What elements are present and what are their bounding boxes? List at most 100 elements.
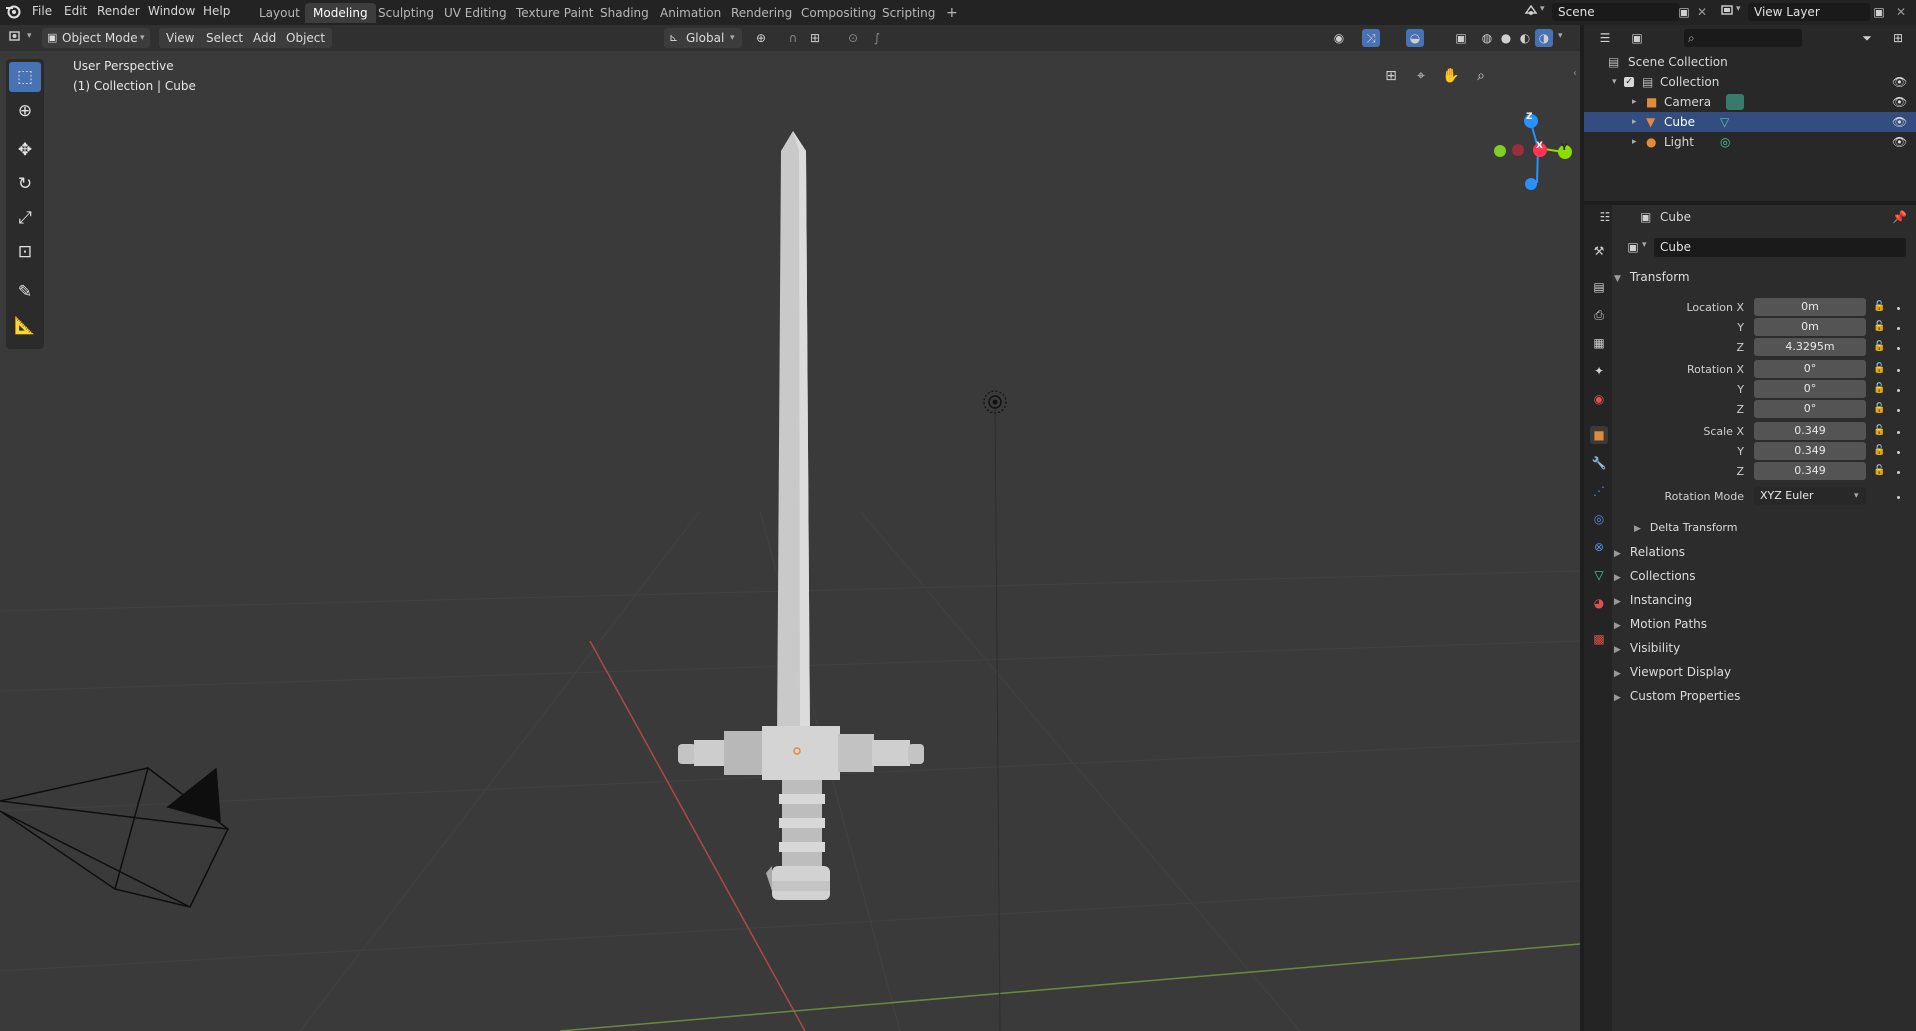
camera-data-icon[interactable] — [1726, 94, 1744, 110]
outliner-row-collection[interactable]: ▾ ✓ ▤ Collection 👁 — [1584, 72, 1916, 92]
modifier-tab-icon[interactable]: 🔧 — [1590, 454, 1608, 472]
lock-icon[interactable]: 🔓 — [1873, 363, 1885, 374]
keyframe-dot[interactable] — [1897, 496, 1900, 499]
expand-arrow-icon[interactable]: ▸ — [1632, 92, 1637, 112]
pivot-point-icon[interactable]: ⊕ — [752, 29, 770, 47]
menu-window[interactable]: Window — [148, 4, 195, 18]
eye-icon[interactable]: 👁 — [1892, 92, 1907, 112]
collections-panel[interactable]: ▶ Collections — [1614, 569, 1696, 583]
wireframe-shading-icon[interactable]: ◍ — [1478, 29, 1496, 47]
collection-checkbox[interactable]: ✓ — [1624, 77, 1634, 87]
outliner-row-light[interactable]: ▸ ● Light ◎ 👁 — [1584, 132, 1916, 152]
visibility-selectability-icon[interactable]: ◉ — [1330, 29, 1348, 47]
rotate-tool-icon[interactable]: ↻ — [9, 169, 41, 199]
render-tab-icon[interactable]: ▤ — [1590, 278, 1608, 296]
3d-viewport[interactable]: Z X Y User Perspective (1) Collection | … — [0, 51, 1580, 1031]
proportional-editing-icon[interactable]: ⊙ — [844, 29, 862, 47]
gizmo-x-label[interactable]: X — [1536, 141, 1543, 151]
select-box-tool-icon[interactable]: ⬚ — [9, 62, 41, 92]
physics-tab-icon[interactable]: ◎ — [1590, 510, 1608, 528]
tab-shading[interactable]: Shading — [592, 3, 657, 23]
snap-target-icon[interactable]: ⊞ — [806, 29, 824, 47]
outliner-editor-type-icon[interactable]: ☰ — [1596, 29, 1614, 47]
rendered-shading-icon[interactable]: ◑ — [1535, 29, 1553, 47]
gizmo-z-label[interactable]: Z — [1526, 112, 1533, 122]
keyframe-dot[interactable] — [1897, 369, 1900, 372]
lock-icon[interactable]: 🔓 — [1873, 301, 1885, 312]
add-workspace-button[interactable]: + — [938, 3, 966, 23]
constraints-tab-icon[interactable]: ⊗ — [1590, 538, 1608, 556]
output-tab-icon[interactable]: ⎙ — [1590, 306, 1608, 324]
lock-icon[interactable]: 🔓 — [1873, 445, 1885, 456]
proportional-falloff-icon[interactable]: ∫ — [868, 29, 886, 47]
tab-scripting[interactable]: Scripting — [874, 3, 943, 23]
tab-sculpting[interactable]: Sculpting — [370, 3, 442, 23]
properties-editor-type-icon[interactable]: ☷ — [1596, 208, 1614, 226]
zoom-icon[interactable]: ⌕ — [1469, 64, 1493, 88]
lock-icon[interactable]: 🔓 — [1873, 403, 1885, 414]
collapse-arrow-icon[interactable]: ‹ — [1570, 65, 1580, 83]
eye-icon[interactable]: 👁 — [1892, 112, 1907, 132]
rotation-y-field[interactable]: 0° — [1754, 380, 1866, 398]
delta-transform-subpanel[interactable]: ▶ Delta Transform — [1634, 521, 1737, 534]
keyframe-dot[interactable] — [1897, 431, 1900, 434]
cursor-tool-icon[interactable]: ⊕ — [9, 96, 41, 126]
material-tab-icon[interactable]: ◕ — [1590, 594, 1608, 612]
menu-object[interactable]: Object — [279, 28, 333, 48]
material-shading-icon[interactable]: ◐ — [1516, 29, 1534, 47]
eye-icon[interactable]: 👁 — [1892, 72, 1907, 92]
scene-name-field[interactable]: Scene — [1552, 3, 1680, 21]
keyframe-dot[interactable] — [1897, 327, 1900, 330]
lock-icon[interactable]: 🔓 — [1873, 425, 1885, 436]
new-collection-icon[interactable]: ⊞ — [1889, 29, 1907, 47]
rotation-z-field[interactable]: 0° — [1754, 400, 1866, 418]
solid-shading-icon[interactable]: ● — [1497, 29, 1515, 47]
location-z-field[interactable]: 4.3295m — [1754, 338, 1866, 356]
scale-x-field[interactable]: 0.349 — [1754, 422, 1866, 440]
keyframe-dot[interactable] — [1897, 409, 1900, 412]
menu-add[interactable]: Add — [246, 28, 284, 48]
overlays-toggle-icon[interactable]: ◒ — [1406, 29, 1424, 47]
tab-modeling[interactable]: Modeling — [305, 3, 376, 23]
expand-arrow-icon[interactable]: ▾ — [1612, 72, 1617, 92]
tab-rendering[interactable]: Rendering — [723, 3, 800, 23]
view-layer-name-field[interactable]: View Layer — [1748, 3, 1870, 21]
instancing-panel[interactable]: ▶ Instancing — [1614, 593, 1692, 607]
viewport-display-panel[interactable]: ▶ Viewport Display — [1614, 665, 1731, 679]
tab-compositing[interactable]: Compositing — [793, 3, 884, 23]
pin-icon[interactable]: 📌 — [1892, 210, 1907, 224]
eye-icon[interactable]: 👁 — [1892, 132, 1907, 152]
tab-uv-editing[interactable]: UV Editing — [436, 3, 515, 23]
world-tab-icon[interactable]: ◉ — [1590, 390, 1608, 408]
transform-panel-header[interactable]: ▼ Transform — [1614, 270, 1690, 284]
grid-view-icon[interactable]: ⊞ — [1379, 64, 1403, 88]
blender-logo-icon[interactable] — [4, 3, 22, 21]
scale-z-field[interactable]: 0.349 — [1754, 462, 1866, 480]
scene-selector-icon[interactable] — [1522, 3, 1540, 21]
lock-icon[interactable]: 🔓 — [1873, 341, 1885, 352]
mode-selector[interactable]: ▣ Object Mode ▾ — [42, 28, 150, 48]
menu-edit[interactable]: Edit — [64, 4, 87, 18]
location-y-field[interactable]: 0m — [1754, 318, 1866, 336]
menu-help[interactable]: Help — [203, 4, 230, 18]
object-tab-icon[interactable]: ■ — [1590, 426, 1608, 444]
scale-y-field[interactable]: 0.349 — [1754, 442, 1866, 460]
gizmo-y-label[interactable]: Y — [1561, 143, 1568, 153]
light-data-icon[interactable]: ◎ — [1720, 132, 1730, 152]
location-x-field[interactable]: 0m — [1754, 298, 1866, 316]
rotation-x-field[interactable]: 0° — [1754, 360, 1866, 378]
menu-file[interactable]: File — [32, 4, 52, 18]
object-name-field[interactable]: Cube — [1654, 238, 1906, 257]
view-layer-tab-icon[interactable]: ▦ — [1590, 334, 1608, 352]
tool-tab-icon[interactable]: ⚒ — [1590, 242, 1608, 260]
tab-texture-paint[interactable]: Texture Paint — [508, 3, 601, 23]
outliner-row-scene-collection[interactable]: ▤ Scene Collection — [1584, 52, 1916, 72]
menu-select[interactable]: Select — [199, 28, 251, 48]
copy-scene-icon[interactable]: ▣ — [1675, 3, 1693, 21]
outliner-search-input[interactable]: ⌕ — [1684, 29, 1802, 47]
keyframe-dot[interactable] — [1897, 471, 1900, 474]
expand-arrow-icon[interactable]: ▸ — [1632, 112, 1637, 132]
transform-orientation-selector[interactable]: ⊾ Global ▾ — [664, 28, 742, 48]
menu-render[interactable]: Render — [97, 4, 140, 18]
rotation-mode-select[interactable]: XYZ Euler ▾ — [1754, 487, 1866, 505]
